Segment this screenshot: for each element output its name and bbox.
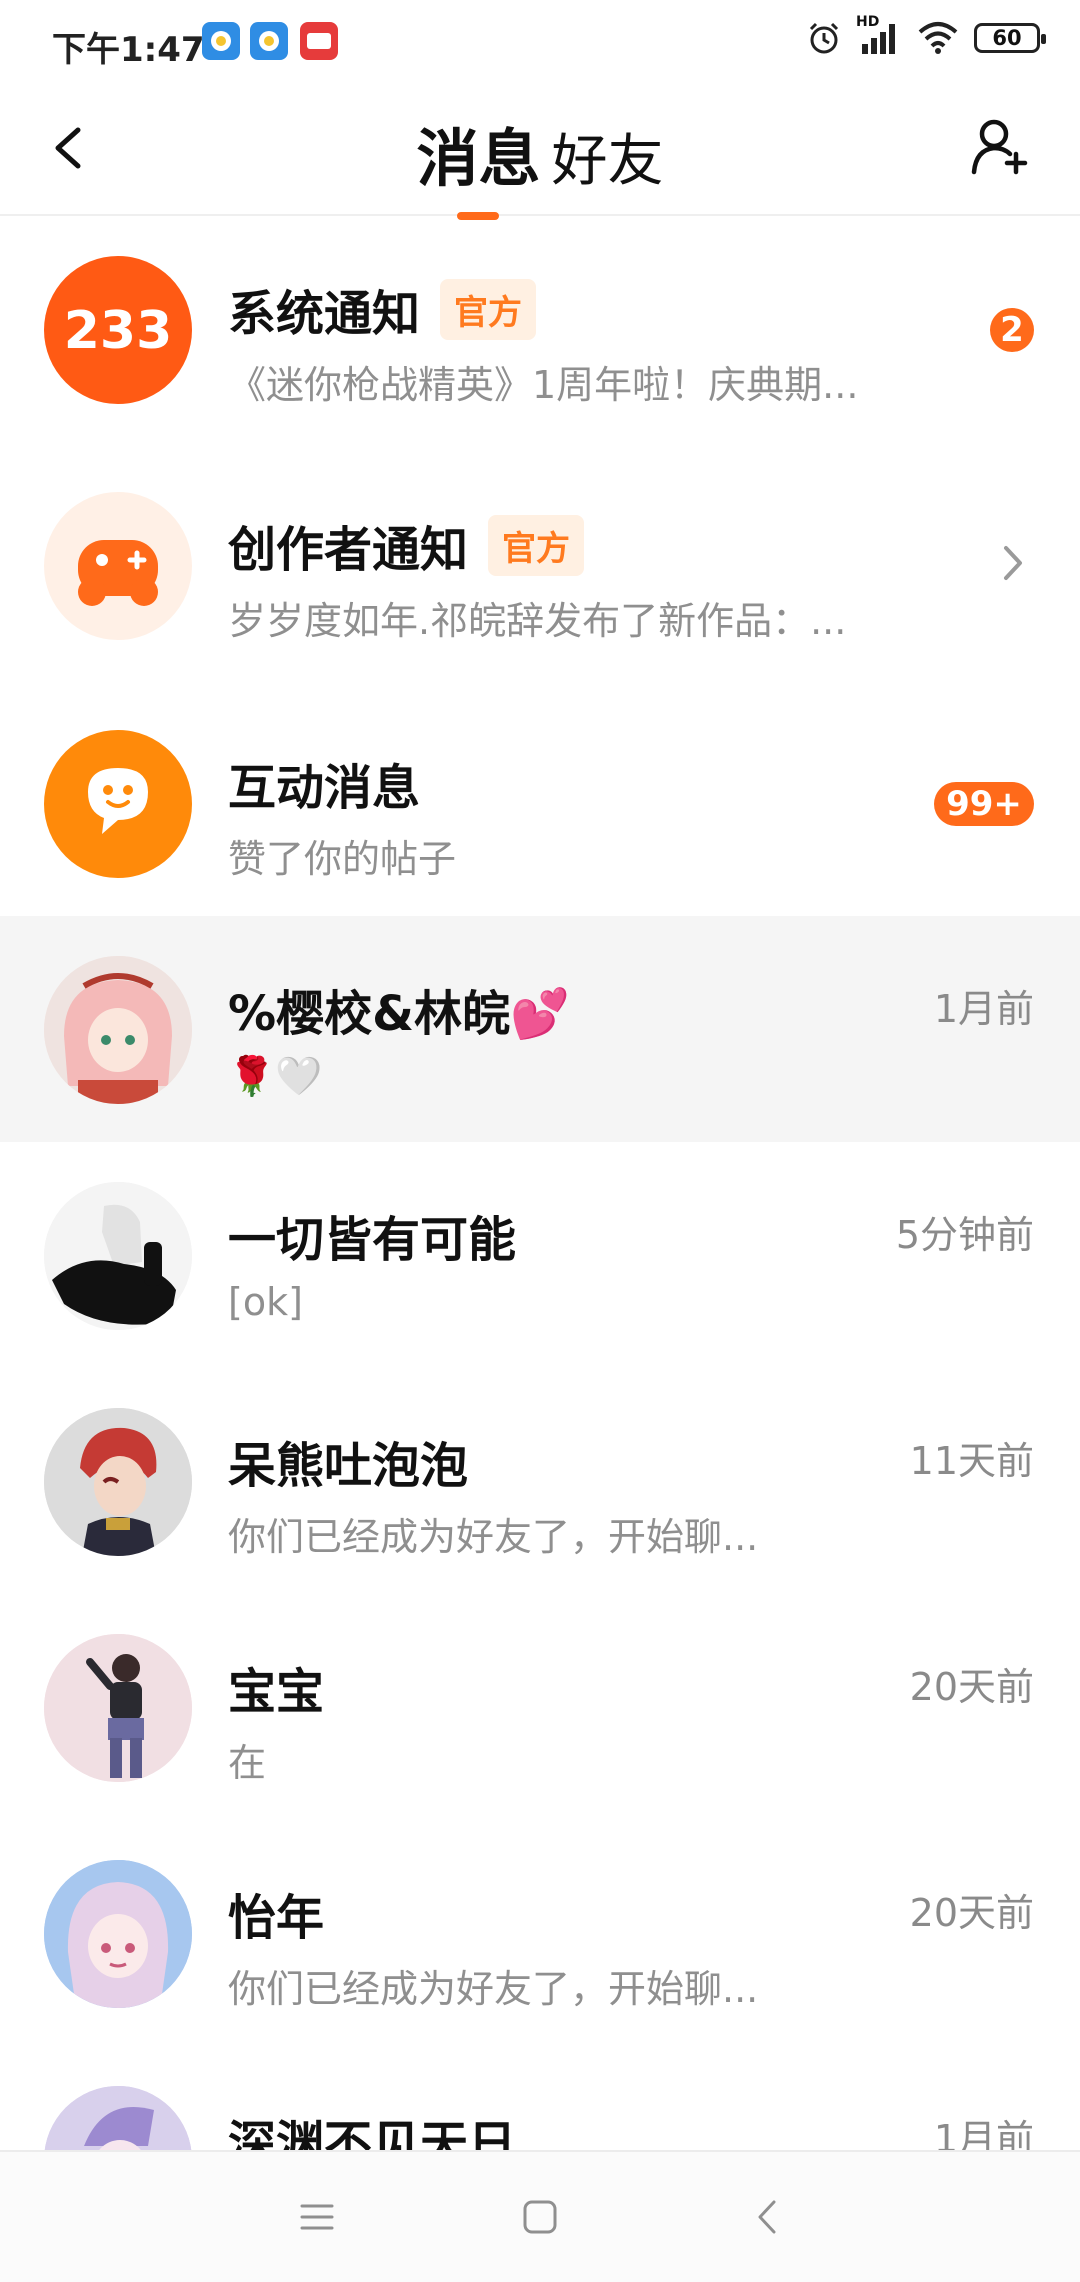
status-time: 下午1:47 xyxy=(52,30,205,70)
conversation-title: %樱校&林皖💕 xyxy=(228,986,570,1042)
chat-face-avatar xyxy=(44,730,192,878)
anime-girl-lilac-avatar xyxy=(44,1860,192,2008)
app-icon-blue xyxy=(202,22,240,60)
conversation-preview: 岁岁度如年.祁皖辞发布了新作品：... xyxy=(228,599,847,643)
back-icon[interactable] xyxy=(742,2192,792,2242)
conversation-row-chat[interactable]: 怡年 你们已经成为好友了，开始聊... 20天前 xyxy=(0,1820,1080,2046)
conversation-title: 宝宝 xyxy=(228,1664,325,1720)
unread-badge: 99+ xyxy=(934,782,1034,826)
conversation-preview: 🌹🤍 xyxy=(228,1054,323,1098)
battery-icon: 60 xyxy=(974,23,1046,53)
conversation-title: 呆熊吐泡泡 xyxy=(228,1438,469,1494)
hd-label: HD xyxy=(856,14,880,30)
conversation-preview: 你们已经成为好友了，开始聊... xyxy=(228,1967,759,2011)
conversation-title: 系统通知 xyxy=(228,286,421,342)
official-badge: 官方 xyxy=(488,514,585,576)
message-time: 1月前 xyxy=(933,987,1034,1031)
conversation-row-interactions[interactable]: 互动消息 赞了你的帖子 99+ xyxy=(0,690,1080,916)
add-user-icon[interactable] xyxy=(966,114,1032,180)
anime-boy-red-avatar xyxy=(44,1408,192,1556)
conversation-preview: 在 xyxy=(228,1741,267,1785)
status-bar: 下午1:47 HD 60 xyxy=(0,0,1080,88)
conversation-preview: 《迷你枪战精英》1周年啦！庆典期... xyxy=(228,363,859,407)
svg-text:233: 233 xyxy=(64,301,173,361)
battery-level: 60 xyxy=(992,26,1022,50)
chat-face-icon xyxy=(88,768,148,834)
message-time: 20天前 xyxy=(909,1891,1034,1935)
anime-girl-pink-avatar xyxy=(44,956,192,1104)
conversation-preview: [ok] xyxy=(228,1280,303,1324)
menu-icon[interactable] xyxy=(292,2192,342,2242)
conversation-row-chat[interactable]: %樱校&林皖💕 🌹🤍 1月前 xyxy=(0,916,1080,1142)
conversation-row-chat[interactable]: 呆熊吐泡泡 你们已经成为好友了，开始聊... 11天前 xyxy=(0,1368,1080,1594)
conversation-title: 创作者通知 xyxy=(228,522,469,578)
tab-bar: 消息 好友 xyxy=(0,108,1080,220)
message-time: 20天前 xyxy=(909,1665,1034,1709)
app-icon-red xyxy=(300,22,338,60)
official-badge: 官方 xyxy=(440,278,537,340)
gamepad-avatar xyxy=(44,492,192,640)
conversation-list: 233 系统通知 官方 《迷你枪战精英》1周年啦！庆典期... 2 创作者通知 … xyxy=(0,216,1080,2272)
conversation-preview: 你们已经成为好友了，开始聊... xyxy=(228,1515,759,1559)
message-time: 5分钟前 xyxy=(895,1213,1034,1257)
app-icon-blue xyxy=(250,22,288,60)
conversation-title: 怡年 xyxy=(228,1890,325,1946)
unread-badge: 2 xyxy=(990,308,1034,352)
conversation-row-system-notice[interactable]: 233 系统通知 官方 《迷你枪战精英》1周年啦！庆典期... 2 xyxy=(0,216,1080,452)
top-navigation: 消息 好友 xyxy=(0,88,1080,220)
conversation-preview: 赞了你的帖子 xyxy=(228,837,457,881)
chevron-right-icon xyxy=(1004,546,1022,580)
tab-messages[interactable]: 消息 xyxy=(416,108,541,220)
233-logo-avatar: 233 xyxy=(44,256,192,404)
conversation-row-chat[interactable]: 宝宝 在 20天前 xyxy=(0,1594,1080,1820)
character-plaid-avatar xyxy=(44,1634,192,1782)
tab-messages-label: 消息 xyxy=(416,122,541,195)
gamepad-icon xyxy=(78,540,158,606)
conversation-row-chat[interactable]: 一切皆有可能 [ok] 5分钟前 xyxy=(0,1142,1080,1368)
conversation-title: 互动消息 xyxy=(228,760,421,816)
signal-icon: HD xyxy=(856,14,902,56)
message-time: 11天前 xyxy=(909,1439,1034,1483)
system-navigation-bar xyxy=(0,2150,1080,2282)
character-white-avatar xyxy=(44,1182,192,1330)
home-icon[interactable] xyxy=(515,2192,565,2242)
wifi-icon xyxy=(918,22,958,54)
conversation-title: 一切皆有可能 xyxy=(228,1212,517,1268)
tab-friends[interactable]: 好友 xyxy=(552,116,664,197)
alarm-icon xyxy=(809,22,839,54)
conversation-row-creator-notice[interactable]: 创作者通知 官方 岁岁度如年.祁皖辞发布了新作品：... xyxy=(0,452,1080,690)
